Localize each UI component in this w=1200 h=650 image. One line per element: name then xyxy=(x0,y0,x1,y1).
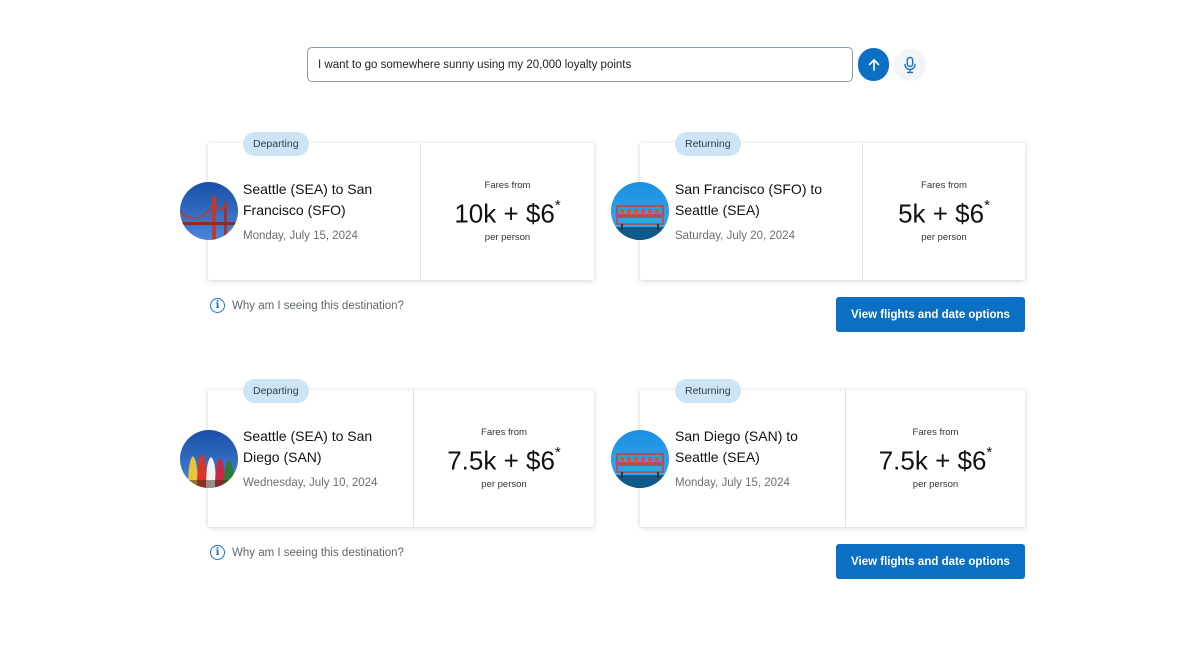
returning-card[interactable]: Returning San Francisco (SFO) to Seattle… xyxy=(640,132,1025,280)
per-person-label: per person xyxy=(481,479,527,491)
card-route-section: Returning San Diego (SAN) to Seattle (SE… xyxy=(640,379,846,527)
flight-date: Saturday, July 20, 2024 xyxy=(675,230,795,242)
search-input[interactable] xyxy=(307,47,853,82)
per-person-label: per person xyxy=(484,232,531,244)
route-title: Seattle (SEA) to San Diego (SAN) xyxy=(243,428,373,465)
flight-date: Monday, July 15, 2024 xyxy=(675,477,790,489)
fares-from-label: Fares from xyxy=(912,426,959,438)
fares-from-label: Fares from xyxy=(921,179,967,191)
fare-price: 5k + $6* xyxy=(898,196,990,229)
fares-from-label: Fares from xyxy=(481,426,527,438)
info-icon: i xyxy=(210,545,225,560)
destination-image-market-sign xyxy=(611,182,669,240)
fare-price: 10k + $6* xyxy=(454,196,561,229)
fare-price: 7.5k + $6* xyxy=(447,443,561,476)
card-route-section: Departing Seattle (SEA) to San Diego (SA… xyxy=(208,379,414,527)
view-flights-button[interactable]: View flights and date options xyxy=(836,544,1025,579)
per-person-label: per person xyxy=(912,479,959,491)
fare-section: Fares from 7.5k + $6* per person xyxy=(846,390,1025,527)
send-button[interactable] xyxy=(858,48,889,81)
fare-section: Fares from 5k + $6* per person xyxy=(863,143,1025,280)
fare-price: 7.5k + $6* xyxy=(878,443,993,476)
destination-image-surfboards xyxy=(180,430,238,488)
card-route-section: Departing Seattle (SEA) to San Francisco… xyxy=(208,132,421,280)
per-person-label: per person xyxy=(921,232,967,244)
returning-badge: Returning xyxy=(675,132,741,156)
route-title: Seattle (SEA) to San Francisco (SFO) xyxy=(243,181,373,218)
flight-date: Monday, July 15, 2024 xyxy=(243,230,358,242)
arrow-up-icon xyxy=(868,58,879,71)
microphone-icon xyxy=(904,56,916,73)
departing-card[interactable]: Departing Seattle (SEA) to San Diego (SA… xyxy=(208,379,594,527)
route-title: San Diego (SAN) to Seattle (SEA) xyxy=(675,428,798,465)
why-destination-link[interactable]: i Why am I seeing this destination? xyxy=(210,545,404,560)
info-icon: i xyxy=(210,298,225,313)
microphone-button[interactable] xyxy=(894,48,926,81)
returning-badge: Returning xyxy=(675,379,741,403)
departing-badge: Departing xyxy=(243,132,309,156)
why-destination-text: Why am I seeing this destination? xyxy=(232,299,404,312)
view-flights-button[interactable]: View flights and date options xyxy=(836,297,1025,332)
returning-card[interactable]: Returning San Diego (SAN) to Seattle (SE… xyxy=(640,379,1025,527)
fare-section: Fares from 10k + $6* per person xyxy=(421,143,594,280)
why-destination-text: Why am I seeing this destination? xyxy=(232,546,404,559)
card-route-section: Returning San Francisco (SFO) to Seattle… xyxy=(640,132,863,280)
fare-section: Fares from 7.5k + $6* per person xyxy=(414,390,594,527)
search-bar xyxy=(307,47,926,82)
departing-card[interactable]: Departing Seattle (SEA) to San Francisco… xyxy=(208,132,594,280)
flight-date: Wednesday, July 10, 2024 xyxy=(243,477,378,489)
destination-image-golden-gate xyxy=(180,182,238,240)
departing-badge: Departing xyxy=(243,379,309,403)
fares-from-label: Fares from xyxy=(484,179,531,191)
destination-image-market-sign xyxy=(611,430,669,488)
route-title: San Francisco (SFO) to Seattle (SEA) xyxy=(675,181,823,218)
why-destination-link[interactable]: i Why am I seeing this destination? xyxy=(210,298,404,313)
